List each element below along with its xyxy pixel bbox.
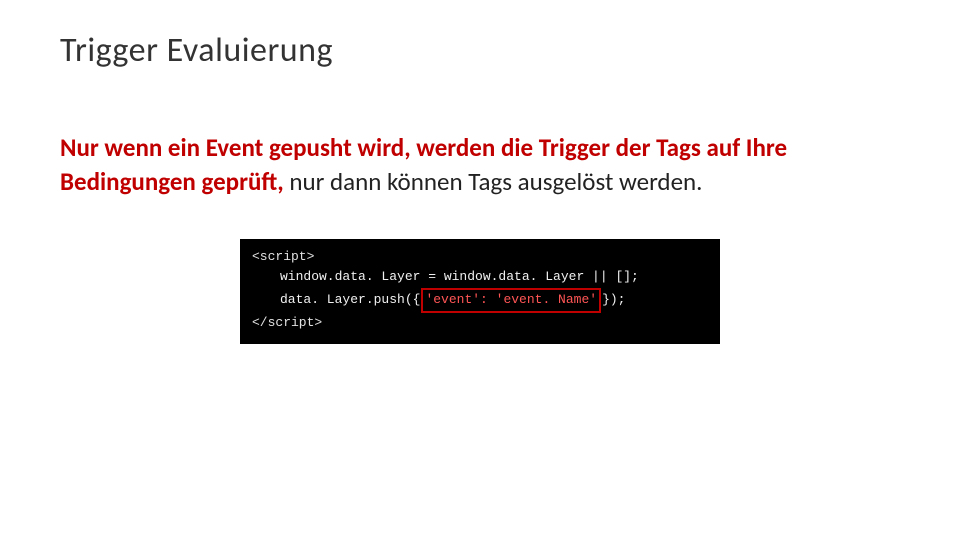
code-line-datalayer-init: window.data. Layer = window.data. Layer …	[252, 267, 708, 288]
slide-paragraph: Nur wenn ein Event gepusht wird, werden …	[60, 131, 860, 199]
code-push-open: data. Layer.push({	[280, 292, 420, 307]
slide-content: Trigger Evaluierung Nur wenn ein Event g…	[0, 0, 960, 344]
paragraph-plain: nur dann können Tags ausgelöst werden.	[284, 166, 703, 197]
code-push-close: });	[602, 292, 625, 307]
slide-title: Trigger Evaluierung	[60, 30, 900, 71]
code-line-close-script: </script>	[252, 313, 708, 334]
code-snippet: <script> window.data. Layer = window.dat…	[240, 239, 720, 344]
code-line-push: data. Layer.push({'event': 'event. Name'…	[252, 288, 708, 313]
code-event-highlight-box: 'event': 'event. Name'	[421, 288, 601, 313]
code-line-open-script: <script>	[252, 247, 708, 268]
